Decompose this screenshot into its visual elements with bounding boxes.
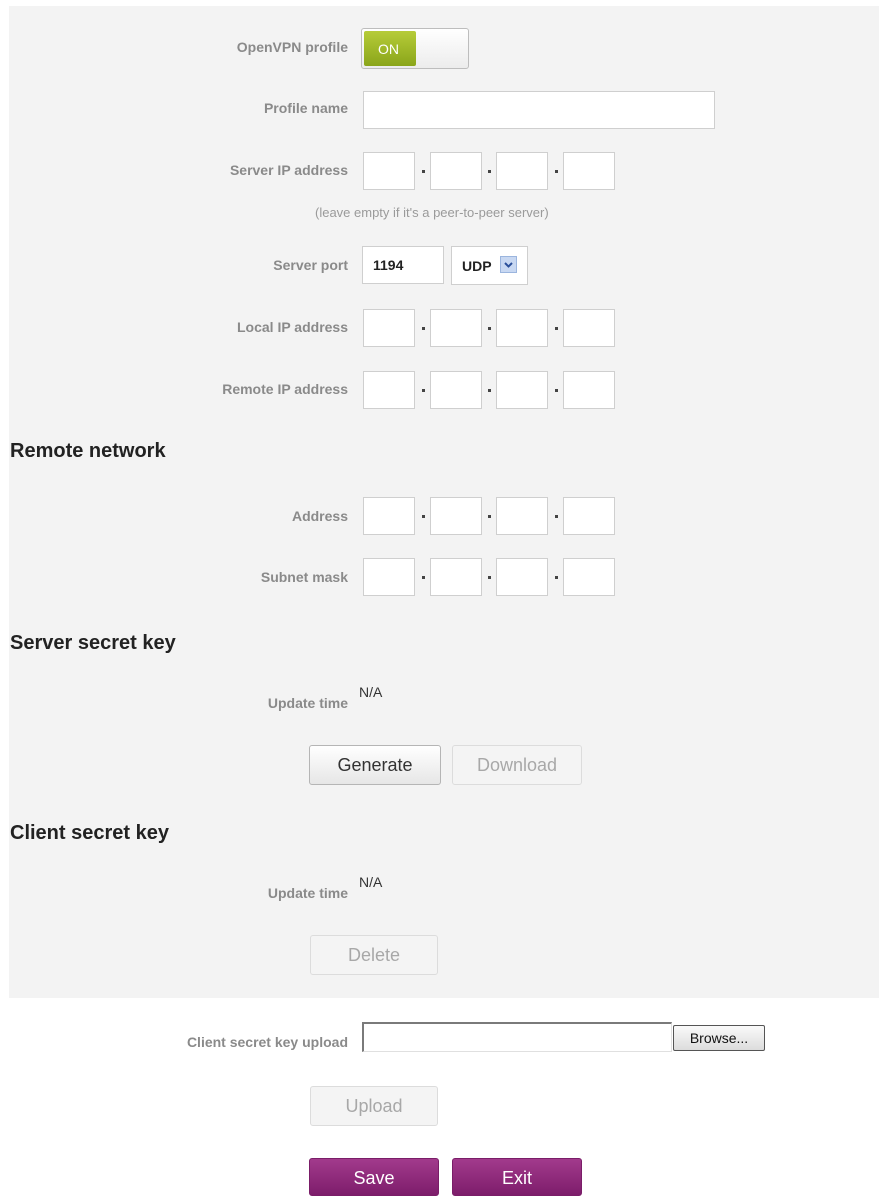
subnet-mask-label: Subnet mask xyxy=(260,569,348,585)
server-update-time-value: N/A xyxy=(359,684,383,700)
profile-name-input[interactable] xyxy=(363,91,715,129)
ip-separator xyxy=(422,327,425,330)
remote-ip-label: Remote IP address xyxy=(222,381,348,397)
address-octet-3[interactable] xyxy=(496,497,548,535)
server-ip-octet-3[interactable] xyxy=(496,152,548,190)
ip-separator xyxy=(488,576,491,579)
server-secret-key-heading: Server secret key xyxy=(10,632,176,654)
ip-separator xyxy=(422,576,425,579)
upload-button[interactable]: Upload xyxy=(310,1086,438,1126)
ip-separator xyxy=(555,576,558,579)
subnet-mask-octet-1[interactable] xyxy=(363,558,415,596)
chevron-down-icon xyxy=(500,256,517,273)
ip-separator xyxy=(555,389,558,392)
local-ip-octet-1[interactable] xyxy=(363,309,415,347)
server-ip-octet-1[interactable] xyxy=(363,152,415,190)
local-ip-octet-3[interactable] xyxy=(496,309,548,347)
protocol-select[interactable]: UDP xyxy=(451,246,528,285)
subnet-mask-octet-3[interactable] xyxy=(496,558,548,596)
ip-separator xyxy=(488,389,491,392)
local-ip-octet-4[interactable] xyxy=(563,309,615,347)
ip-separator xyxy=(555,515,558,518)
toggle-on-indicator: ON xyxy=(364,31,416,66)
file-path-input[interactable] xyxy=(362,1022,672,1052)
remote-ip-octet-2[interactable] xyxy=(430,371,482,409)
browse-button[interactable]: Browse... xyxy=(673,1025,765,1051)
openvpn-profile-label: OpenVPN profile xyxy=(236,39,348,55)
toggle-on-text: ON xyxy=(378,41,399,57)
save-button[interactable]: Save xyxy=(309,1158,439,1196)
local-ip-label: Local IP address xyxy=(236,319,348,335)
server-update-time-label: Update time xyxy=(267,695,348,711)
local-ip-octet-2[interactable] xyxy=(430,309,482,347)
ip-separator xyxy=(422,515,425,518)
ip-separator xyxy=(488,327,491,330)
remote-ip-octet-3[interactable] xyxy=(496,371,548,409)
server-ip-hint: (leave empty if it's a peer-to-peer serv… xyxy=(315,205,549,220)
remote-network-heading: Remote network xyxy=(10,440,166,462)
exit-button[interactable]: Exit xyxy=(452,1158,582,1196)
server-port-label: Server port xyxy=(273,257,348,273)
server-ip-octet-4[interactable] xyxy=(563,152,615,190)
remote-ip-octet-1[interactable] xyxy=(363,371,415,409)
ip-separator xyxy=(422,389,425,392)
address-octet-2[interactable] xyxy=(430,497,482,535)
ip-separator xyxy=(555,327,558,330)
client-update-time-label: Update time xyxy=(267,885,348,901)
download-button[interactable]: Download xyxy=(452,745,582,785)
generate-button[interactable]: Generate xyxy=(309,745,441,785)
client-update-time-value: N/A xyxy=(359,874,383,890)
address-octet-1[interactable] xyxy=(363,497,415,535)
ip-separator xyxy=(422,170,425,173)
ip-separator xyxy=(555,170,558,173)
openvpn-profile-toggle[interactable]: ON xyxy=(361,28,469,69)
client-secret-key-heading: Client secret key xyxy=(10,822,169,844)
server-port-input[interactable]: 1194 xyxy=(362,246,444,284)
address-label: Address xyxy=(291,508,348,524)
subnet-mask-octet-4[interactable] xyxy=(563,558,615,596)
ip-separator xyxy=(488,170,491,173)
delete-button[interactable]: Delete xyxy=(310,935,438,975)
subnet-mask-octet-2[interactable] xyxy=(430,558,482,596)
profile-name-label: Profile name xyxy=(263,100,348,116)
ip-separator xyxy=(488,515,491,518)
server-ip-octet-2[interactable] xyxy=(430,152,482,190)
address-octet-4[interactable] xyxy=(563,497,615,535)
remote-ip-octet-4[interactable] xyxy=(563,371,615,409)
server-ip-label: Server IP address xyxy=(229,162,348,178)
client-upload-label: Client secret key upload xyxy=(186,1034,348,1050)
